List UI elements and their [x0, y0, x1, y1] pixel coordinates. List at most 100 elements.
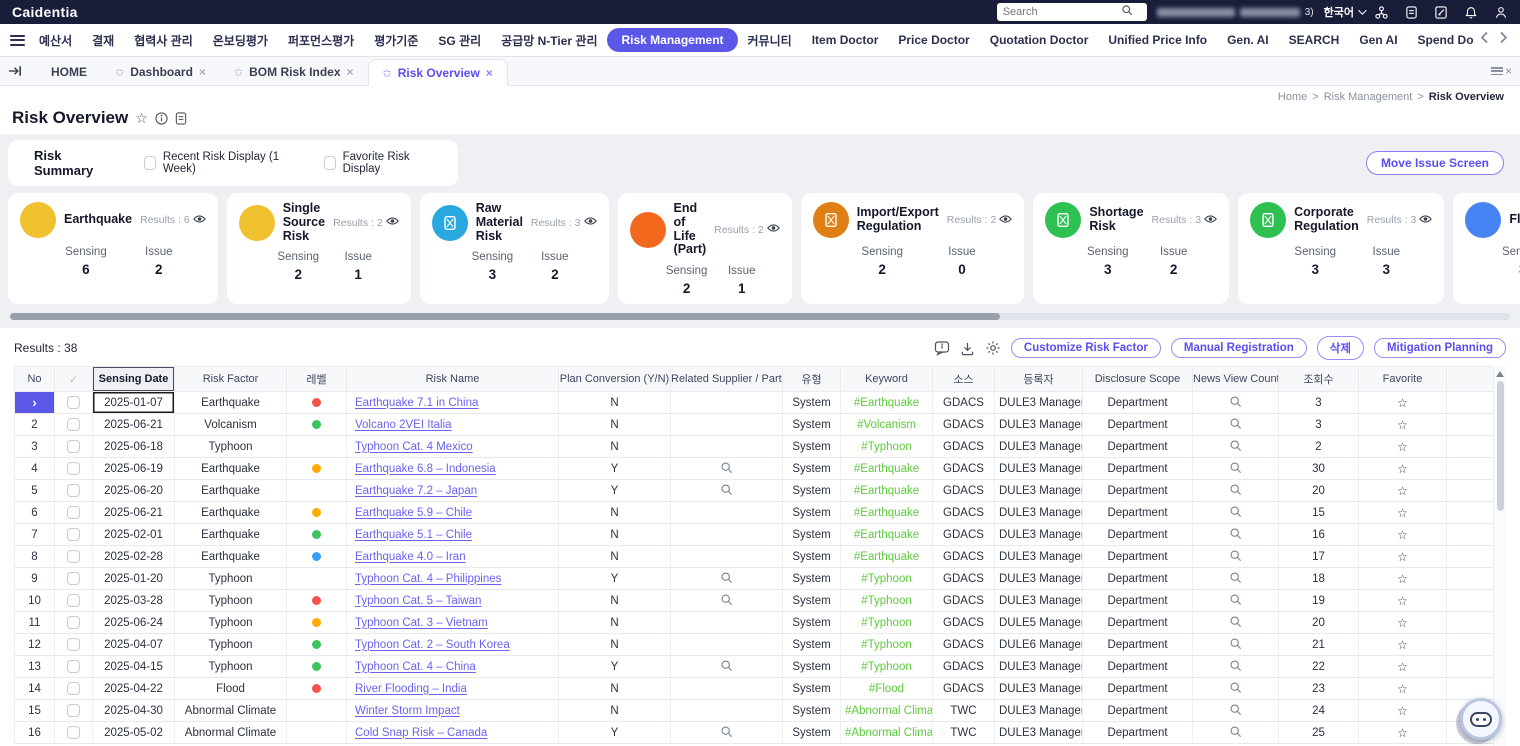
favorite-star-icon[interactable]: ☆	[1397, 682, 1408, 696]
risk-card-earthquake[interactable]: EarthquakeResults : 6Sensing6Issue2	[8, 193, 218, 304]
sensing-date-cell[interactable]: 2025-02-28	[93, 546, 175, 568]
risk-card-single-source-risk[interactable]: Single Source RiskResults : 2Sensing2Iss…	[227, 193, 411, 304]
news-view-cell[interactable]	[1193, 502, 1279, 524]
row-checkbox[interactable]	[67, 660, 80, 673]
breadcrumb-item-home[interactable]: Home	[1278, 91, 1307, 103]
related-supplier-cell[interactable]	[671, 590, 783, 612]
related-supplier-cell[interactable]	[671, 458, 783, 480]
eye-icon[interactable]	[767, 223, 780, 236]
manual-registration-button[interactable]: Manual Registration	[1171, 338, 1307, 358]
search-icon[interactable]	[720, 593, 733, 606]
nav-item-평가기준[interactable]: 평가기준	[364, 27, 428, 54]
risk-card-raw-material-risk[interactable]: Raw Material RiskResults : 3Sensing3Issu…	[420, 193, 609, 304]
row-checkbox[interactable]	[67, 396, 80, 409]
row-checkbox[interactable]	[67, 616, 80, 629]
news-view-cell[interactable]	[1193, 656, 1279, 678]
risk-name-link[interactable]: Cold Snap Risk – Canada	[355, 727, 487, 739]
news-view-cell[interactable]	[1193, 480, 1279, 502]
tab-risk-overview[interactable]: ✩Risk Overview×	[368, 59, 508, 86]
news-view-cell[interactable]	[1193, 458, 1279, 480]
news-search-icon[interactable]	[1229, 571, 1242, 584]
keyword-tag[interactable]: #Earthquake	[854, 397, 919, 409]
row-checkbox[interactable]	[67, 484, 80, 497]
news-view-cell[interactable]	[1193, 590, 1279, 612]
related-supplier-cell[interactable]	[671, 568, 783, 590]
news-search-icon[interactable]	[1229, 659, 1242, 672]
keyword-tag[interactable]: #Earthquake	[854, 529, 919, 541]
risk-name-link[interactable]: Typhoon Cat. 4 – China	[355, 661, 476, 673]
comment-icon[interactable]	[934, 340, 950, 356]
sensing-date-cell[interactable]: 2025-06-21	[93, 502, 175, 524]
risk-name-link[interactable]: Typhoon Cat. 3 – Vietnam	[355, 617, 488, 629]
risk-card-shortage-risk[interactable]: Shortage RiskResults : 3Sensing3Issue2	[1033, 193, 1229, 304]
row-checkbox[interactable]	[67, 462, 80, 475]
download-icon[interactable]	[960, 341, 975, 356]
move-issue-screen-button[interactable]: Move Issue Screen	[1366, 151, 1504, 175]
scrollbar-thumb[interactable]	[10, 313, 1000, 320]
row-checkbox[interactable]	[67, 440, 80, 453]
sensing-date-cell[interactable]: 2025-02-01	[93, 524, 175, 546]
nav-item-공급망-n-tier-관리[interactable]: 공급망 N-Tier 관리	[491, 27, 607, 54]
favorite-star-icon[interactable]: ☆	[1397, 462, 1408, 476]
eye-icon[interactable]	[1419, 214, 1432, 227]
nav-item-quotation-doctor[interactable]: Quotation Doctor	[980, 28, 1099, 52]
risk-name-link[interactable]: Typhoon Cat. 4 Mexico	[355, 441, 473, 453]
sensing-date-cell[interactable]: 2025-05-02	[93, 722, 175, 744]
chatbot-button[interactable]	[1460, 698, 1502, 740]
global-search[interactable]	[997, 3, 1147, 21]
nav-item-gen-ai[interactable]: Gen. AI	[1217, 28, 1279, 52]
news-search-icon[interactable]	[1229, 439, 1242, 452]
info-icon[interactable]	[155, 112, 168, 125]
search-icon[interactable]	[720, 483, 733, 496]
keyword-tag[interactable]: #Abnormal Climate	[845, 705, 933, 717]
news-view-cell[interactable]	[1193, 414, 1279, 436]
keyword-tag[interactable]: #Abnormal Climate	[845, 727, 933, 739]
news-search-icon[interactable]	[1229, 527, 1242, 540]
row-checkbox[interactable]	[67, 594, 80, 607]
nav-item-risk-management[interactable]: Risk Management	[607, 28, 737, 52]
search-icon[interactable]	[720, 571, 733, 584]
related-supplier-cell[interactable]	[671, 656, 783, 678]
sensing-date-cell[interactable]: 2025-03-28	[93, 590, 175, 612]
pin-tab-icon[interactable]	[8, 65, 23, 77]
keyword-tag[interactable]: #Typhoon	[861, 661, 912, 673]
nav-item-퍼포먼스평가[interactable]: 퍼포먼스평가	[278, 27, 364, 54]
nav-item-unified-price-info[interactable]: Unified Price Info	[1098, 28, 1217, 52]
row-checkbox[interactable]	[67, 726, 80, 739]
horizontal-scrollbar[interactable]	[10, 313, 1510, 320]
sensing-date-cell[interactable]: 2025-04-22	[93, 678, 175, 700]
nav-item-온보딩평가[interactable]: 온보딩평가	[203, 27, 278, 54]
keyword-tag[interactable]: #Earthquake	[854, 551, 919, 563]
nav-next-icon[interactable]	[1499, 31, 1508, 49]
checkbox-icon[interactable]	[324, 156, 336, 170]
risk-card-import-export-regulation[interactable]: Import/Export RegulationResults : 2Sensi…	[801, 193, 1025, 304]
risk-name-link[interactable]: Earthquake 4.0 – Iran	[355, 551, 466, 563]
risk-name-link[interactable]: Typhoon Cat. 5 – Taiwan	[355, 595, 481, 607]
news-view-cell[interactable]	[1193, 546, 1279, 568]
news-view-cell[interactable]	[1193, 436, 1279, 458]
news-search-icon[interactable]	[1229, 417, 1242, 430]
row-checkbox[interactable]	[67, 550, 80, 563]
close-all-tabs-icon[interactable]: ×	[1491, 64, 1512, 78]
profile-icon[interactable]	[1494, 5, 1508, 20]
calendar-icon[interactable]	[1405, 5, 1418, 20]
news-view-cell[interactable]	[1193, 524, 1279, 546]
mitigation-planning-button[interactable]: Mitigation Planning	[1374, 338, 1506, 358]
favorite-star-icon[interactable]: ☆	[1397, 638, 1408, 652]
delete-button[interactable]: 삭제	[1317, 336, 1364, 360]
bell-icon[interactable]	[1464, 5, 1478, 20]
col-select-all[interactable]: ✓	[55, 367, 93, 392]
sensing-date-cell[interactable]: 2025-04-15	[93, 656, 175, 678]
settings-icon[interactable]	[985, 340, 1001, 356]
keyword-tag[interactable]: #Typhoon	[861, 441, 912, 453]
nav-item-예산서[interactable]: 예산서	[29, 27, 82, 54]
sensing-date-cell[interactable]: 2025-06-20	[93, 480, 175, 502]
news-search-icon[interactable]	[1229, 725, 1242, 738]
keyword-tag[interactable]: #Flood	[869, 683, 904, 695]
favorite-star-icon[interactable]: ☆	[1397, 660, 1408, 674]
vertical-scrollbar[interactable]	[1493, 366, 1506, 746]
news-search-icon[interactable]	[1229, 549, 1242, 562]
favorite-star-icon[interactable]: ☆	[1397, 418, 1408, 432]
news-view-cell[interactable]	[1193, 678, 1279, 700]
news-search-icon[interactable]	[1229, 483, 1242, 496]
